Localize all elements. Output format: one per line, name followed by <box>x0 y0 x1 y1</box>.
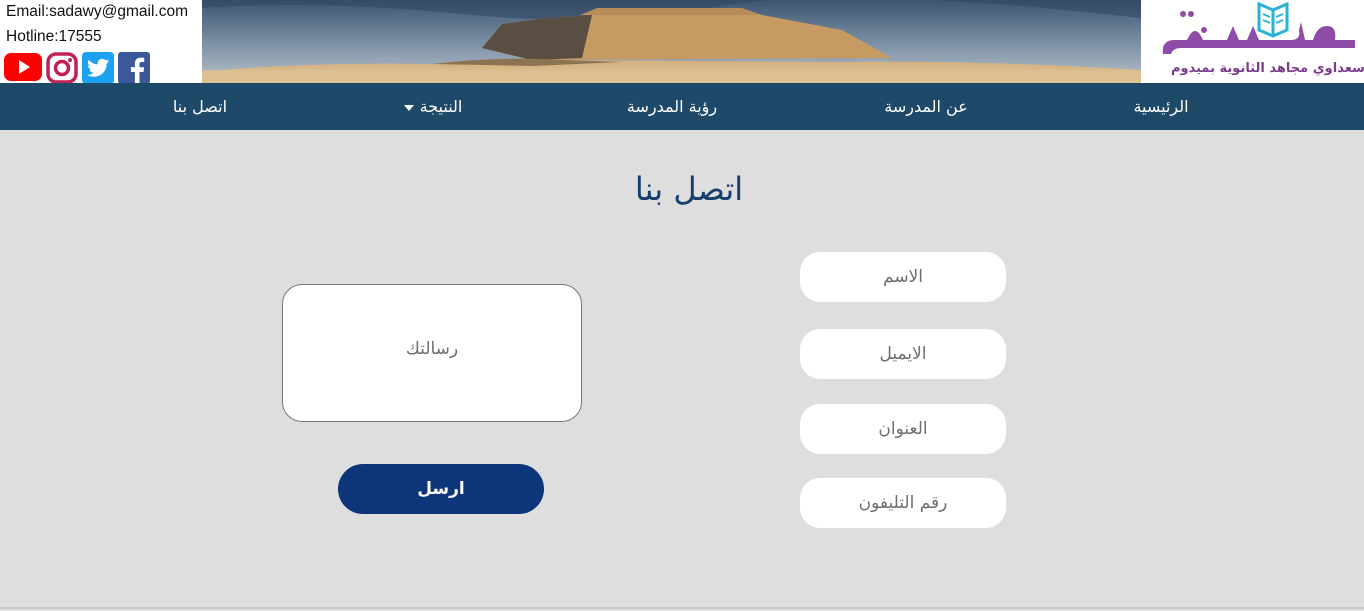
header-hotline: Hotline:17555 <box>6 28 102 45</box>
nav-item-results-label: النتيجة <box>419 97 463 116</box>
nav-item-about[interactable]: عن المدرسة <box>866 83 986 130</box>
phone-input[interactable] <box>800 478 1006 528</box>
email-input[interactable] <box>800 329 1006 379</box>
contact-info: Email:sadawy@gmail.com Hotline:17555 <box>0 0 202 86</box>
nav-item-vision[interactable]: رؤية المدرسة <box>602 83 742 130</box>
logo-subtitle: سعداوي مجاهد الثانوية بميدوم <box>1171 61 1364 76</box>
nav-item-results[interactable]: النتيجة <box>378 83 488 130</box>
site-header: Email:sadawy@gmail.com Hotline:17555 سعد… <box>0 0 1364 86</box>
caret-down-icon <box>403 104 414 111</box>
school-logo: سعداوي مجاهد الثانوية بميدوم <box>1141 0 1364 83</box>
nav-item-home[interactable]: الرئيسية <box>1101 83 1221 130</box>
message-textarea[interactable] <box>282 284 582 422</box>
main-navbar: الرئيسية عن المدرسة رؤية المدرسة النتيجة… <box>0 83 1364 130</box>
youtube-icon[interactable] <box>4 52 42 86</box>
name-input[interactable] <box>800 252 1006 302</box>
page-title: اتصل بنا <box>634 170 744 208</box>
nav-item-contact[interactable]: اتصل بنا <box>140 83 260 130</box>
address-input[interactable] <box>800 404 1006 454</box>
send-button[interactable]: ارسل <box>338 464 544 514</box>
header-email: Email:sadawy@gmail.com <box>6 3 188 20</box>
footer-divider <box>0 607 1364 609</box>
header-banner-image <box>202 0 1141 83</box>
